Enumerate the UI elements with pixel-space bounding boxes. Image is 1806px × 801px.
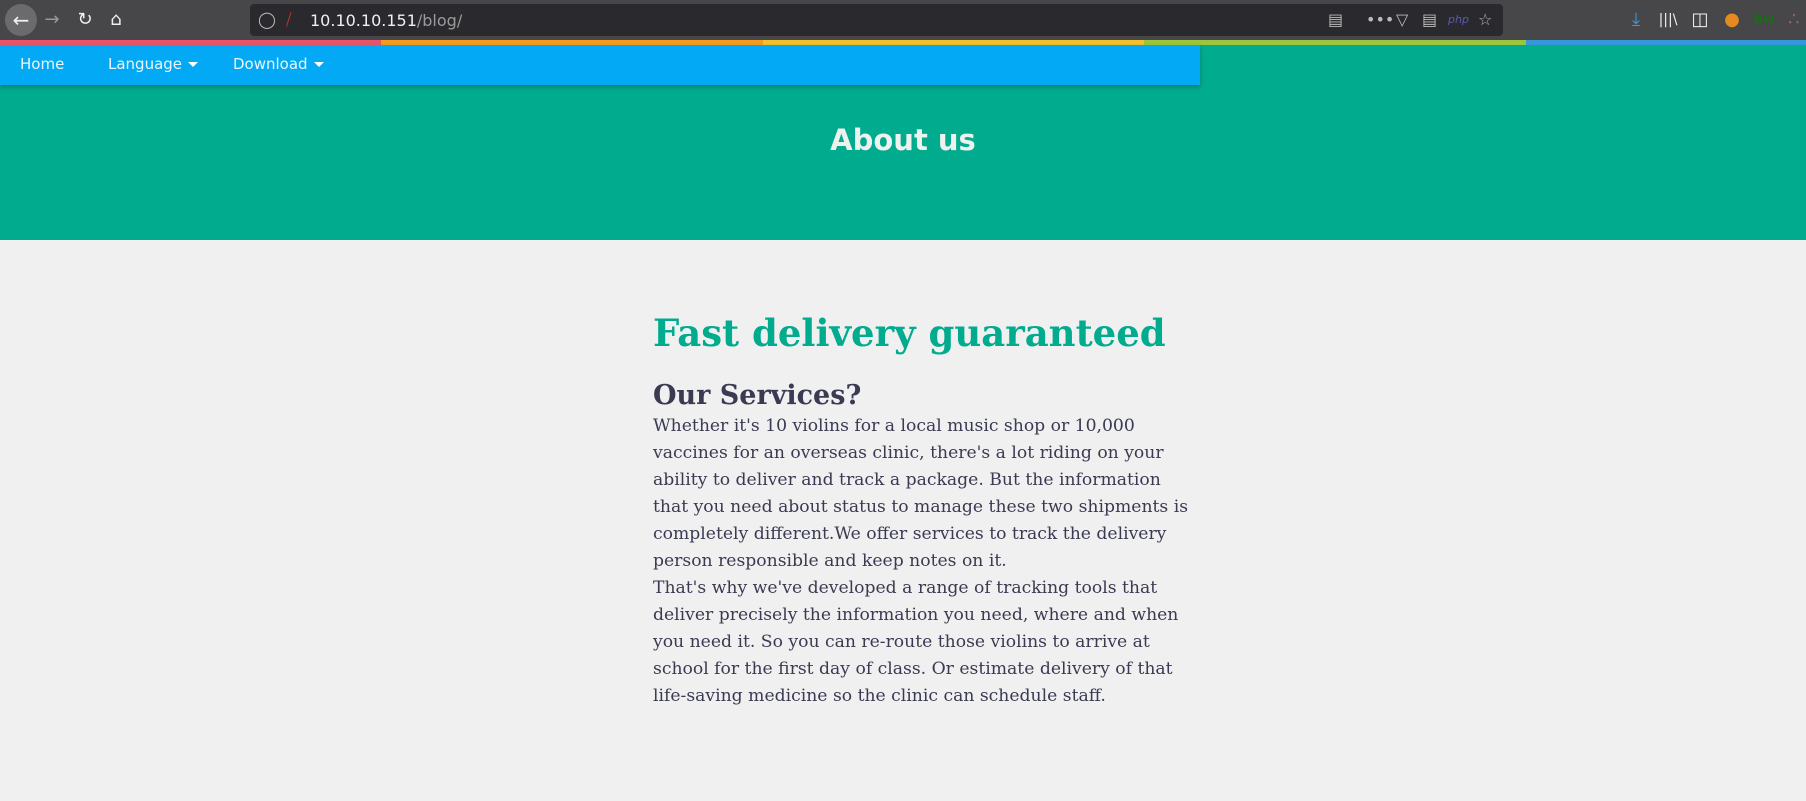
- shield-icon[interactable]: ◯: [258, 8, 276, 32]
- text-line: you need it. So you can re-route those v…: [653, 632, 1150, 652]
- text-line: life-saving medicine so the clinic can s…: [653, 686, 1106, 706]
- library-icon[interactable]: |||\: [1656, 8, 1680, 32]
- text-line: person responsible and keep notes on it.: [653, 551, 1007, 571]
- navbar: Home Language Download: [0, 45, 1200, 85]
- caret-down-icon: [313, 62, 324, 67]
- php-icon[interactable]: php: [1448, 8, 1469, 32]
- url-host: 10.10.10.151: [310, 11, 417, 30]
- text-line: Whether it's 10 violins for a local musi…: [653, 416, 1135, 436]
- url-path: /blog/: [416, 11, 463, 30]
- browser-toolbar: ← → ↻ ⌂ ◯ ⧸ 10.10.10.151/blog/ ▤ ••• ▽ ▤…: [0, 0, 1806, 40]
- text-line: deliver precisely the information you ne…: [653, 605, 1179, 625]
- text-line: vaccines for an overseas clinic, there's…: [653, 443, 1164, 463]
- text-line: That's why we've developed a range of tr…: [653, 578, 1158, 598]
- insecure-lock-icon[interactable]: ⧸: [286, 8, 291, 32]
- server-icon[interactable]: ▤: [1422, 8, 1437, 32]
- download-icon[interactable]: ⤓: [1624, 8, 1648, 32]
- pocket-icon[interactable]: ▽: [1396, 8, 1408, 32]
- url-text[interactable]: 10.10.10.151/blog/: [310, 11, 462, 30]
- bookmark-star-icon[interactable]: ☆: [1478, 8, 1492, 32]
- section-heading: Our Services?: [653, 380, 862, 411]
- text-line: that you need about status to manage the…: [653, 497, 1189, 517]
- extension-icon[interactable]: ●: [1720, 8, 1744, 32]
- reader-view-icon[interactable]: ▤: [1328, 8, 1343, 32]
- reload-icon[interactable]: ↻: [73, 8, 97, 32]
- text-line: ability to deliver and track a package. …: [653, 470, 1161, 490]
- sidebar-icon[interactable]: ◫: [1688, 8, 1712, 32]
- back-icon[interactable]: ←: [5, 4, 37, 36]
- nav-language-label: Language: [108, 55, 183, 73]
- home-icon[interactable]: ⌂: [104, 8, 128, 32]
- more-icon[interactable]: •••: [1366, 8, 1394, 32]
- nav-home-label: Home: [20, 55, 65, 73]
- services-text: Whether it's 10 violins for a local musi…: [653, 413, 1188, 710]
- page-heading: Fast delivery guaranteed: [653, 311, 1166, 355]
- nav-language[interactable]: Language: [108, 55, 199, 73]
- bw-icon[interactable]: bw: [1752, 8, 1776, 32]
- caret-down-icon: [188, 62, 199, 67]
- nav-home[interactable]: Home: [20, 55, 64, 73]
- text-line: completely different.We offer services t…: [653, 524, 1167, 544]
- url-bar[interactable]: ◯ ⧸ 10.10.10.151/blog/ ▤ ••• ▽ ▤ php ☆: [250, 4, 1503, 36]
- extension-icon-2[interactable]: ∴: [1782, 8, 1806, 32]
- text-line: school for the first day of class. Or es…: [653, 659, 1173, 679]
- forward-icon[interactable]: →: [40, 8, 64, 32]
- hero-title: About us: [830, 123, 976, 157]
- nav-download[interactable]: Download: [233, 55, 324, 73]
- nav-download-label: Download: [233, 55, 308, 73]
- main-content: Fast delivery guaranteed Our Services? W…: [653, 307, 1188, 710]
